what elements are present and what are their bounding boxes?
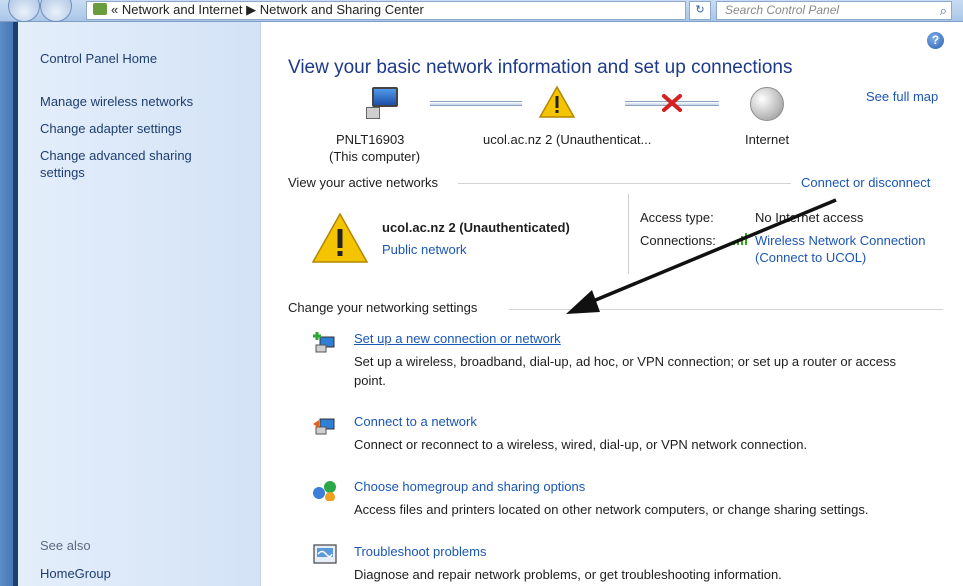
warning-icon[interactable] xyxy=(538,85,576,119)
network-type-link[interactable]: Public network xyxy=(382,242,467,257)
see-full-map-link[interactable]: See full map xyxy=(866,89,938,104)
map-connection-line xyxy=(430,101,522,106)
refresh-button[interactable]: ↻ xyxy=(689,1,711,20)
task-link-homegroup[interactable]: Choose homegroup and sharing options xyxy=(354,479,585,494)
task-desc-connect-network: Connect or reconnect to a wireless, wire… xyxy=(354,437,808,452)
page-title: View your basic network information and … xyxy=(288,57,793,78)
window-frame-left xyxy=(0,0,18,586)
homegroup-icon[interactable] xyxy=(311,479,337,501)
help-icon[interactable]: ? xyxy=(927,32,944,49)
search-placeholder: Search Control Panel xyxy=(725,3,840,17)
annotation-arrow xyxy=(566,198,837,314)
sidebar-item-adapter-settings[interactable]: Change adapter settings xyxy=(40,120,182,137)
task-desc-troubleshoot: Diagnose and repair network problems, or… xyxy=(354,567,782,582)
settings-header: Change your networking settings xyxy=(288,300,478,315)
sidebar-item-control-panel-home[interactable]: Control Panel Home xyxy=(40,50,157,67)
sidebar-item-advanced-sharing-cont[interactable]: settings xyxy=(40,164,85,181)
task-link-new-connection[interactable]: Set up a new connection or network xyxy=(354,331,561,346)
network-folder-icon xyxy=(93,3,107,15)
task-link-troubleshoot[interactable]: Troubleshoot problems xyxy=(354,544,486,559)
breadcrumb-text: « Network and Internet ▶ Network and Sha… xyxy=(111,2,424,17)
new-connection-icon[interactable] xyxy=(312,331,338,353)
task-desc-new-connection-cont: point. xyxy=(354,373,386,388)
address-bar: « Network and Internet ▶ Network and Sha… xyxy=(0,0,963,22)
sidebar-item-manage-wireless[interactable]: Manage wireless networks xyxy=(40,93,193,110)
connect-disconnect-link[interactable]: Connect or disconnect xyxy=(801,175,930,190)
back-button[interactable] xyxy=(8,0,40,22)
computer-subtitle: (This computer) xyxy=(329,149,421,164)
sidebar-item-homegroup[interactable]: HomeGroup xyxy=(40,565,111,582)
internet-label: Internet xyxy=(745,132,790,147)
search-input[interactable]: Search Control Panel ⌕ xyxy=(716,1,952,20)
error-x-icon xyxy=(662,94,682,112)
computer-icon[interactable] xyxy=(366,87,402,119)
task-desc-new-connection: Set up a wireless, broadband, dial-up, a… xyxy=(354,354,896,369)
sidebar-item-advanced-sharing[interactable]: Change advanced sharing xyxy=(40,147,192,164)
network-warning-icon xyxy=(311,212,369,263)
active-network-name: ucol.ac.nz 2 (Unauthenticated) xyxy=(382,220,570,235)
computer-name: PNLT16903 xyxy=(336,132,405,147)
task-desc-homegroup: Access files and printers located on oth… xyxy=(354,502,869,517)
connect-network-icon[interactable] xyxy=(312,415,338,437)
see-also-label: See also xyxy=(40,538,91,553)
section-divider xyxy=(458,183,791,184)
search-icon[interactable]: ⌕ xyxy=(940,3,947,18)
task-link-connect-network[interactable]: Connect to a network xyxy=(354,414,477,429)
internet-globe-icon[interactable] xyxy=(750,87,784,121)
troubleshoot-icon[interactable] xyxy=(312,543,338,565)
active-networks-header: View your active networks xyxy=(288,175,439,190)
breadcrumb[interactable]: « Network and Internet ▶ Network and Sha… xyxy=(86,1,686,20)
forward-button[interactable] xyxy=(40,0,72,22)
network-name-map: ucol.ac.nz 2 (Unauthenticat... xyxy=(483,132,652,147)
